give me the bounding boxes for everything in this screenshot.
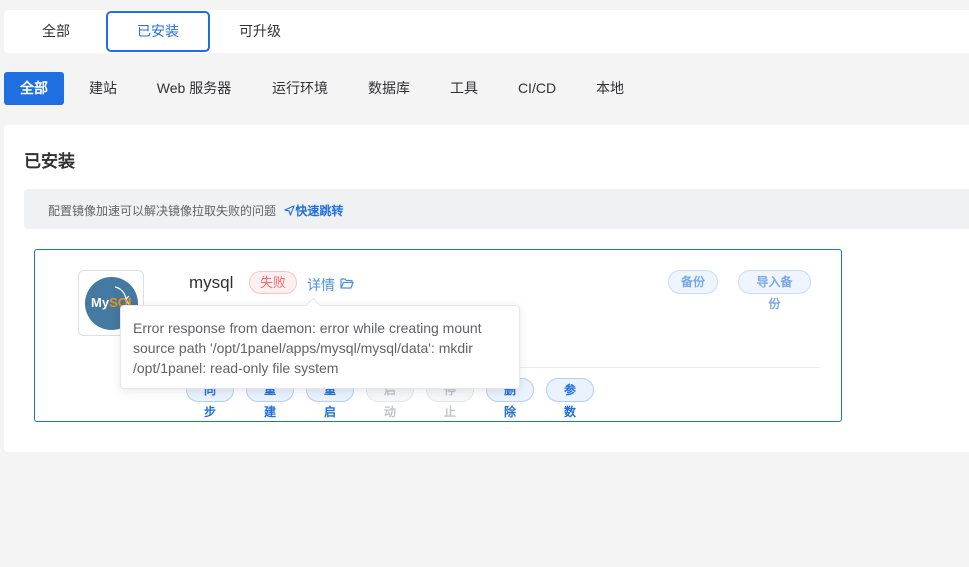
tooltip-line-2: source path '/opt/1panel/apps/mysql/mysq… xyxy=(133,340,473,356)
tooltip-line-3: /opt/1panel: read-only file system xyxy=(133,360,339,376)
import-backup-button[interactable]: 导入备份 xyxy=(738,270,811,311)
category-runtime[interactable]: 运行环境 xyxy=(262,72,338,105)
tab-upgradable[interactable]: 可升级 xyxy=(218,11,302,52)
backup-button[interactable]: 备份 xyxy=(668,270,718,294)
category-tools[interactable]: 工具 xyxy=(440,72,488,105)
folder-open-icon[interactable] xyxy=(340,277,354,289)
category-website[interactable]: 建站 xyxy=(78,72,128,105)
category-all[interactable]: 全部 xyxy=(4,72,64,105)
tooltip-line-1: Error response from daemon: error while … xyxy=(133,320,482,336)
error-tooltip: Error response from daemon: error while … xyxy=(120,297,520,389)
mirror-notice: 配置镜像加速可以解决镜像拉取失败的问题 快速跳转 xyxy=(24,189,969,229)
page-title: 已安装 xyxy=(24,152,75,171)
top-tab-bar: 全部 已安装 可升级 xyxy=(4,10,969,53)
category-local[interactable]: 本地 xyxy=(586,72,634,105)
params-button[interactable]: 参数 xyxy=(546,378,594,419)
status-badge: 失败 xyxy=(249,271,298,294)
detail-link[interactable]: 详情 xyxy=(307,275,335,295)
notice-text: 配置镜像加速可以解决镜像拉取失败的问题 xyxy=(48,204,277,218)
category-filter-bar: 全部 建站 Web 服务器 运行环境 数据库 工具 CI/CD 本地 xyxy=(0,72,969,105)
category-cicd[interactable]: CI/CD xyxy=(508,72,566,105)
app-name: mysql xyxy=(189,273,234,292)
category-web-server[interactable]: Web 服务器 xyxy=(150,72,238,105)
tab-all[interactable]: 全部 xyxy=(14,11,98,52)
category-database[interactable]: 数据库 xyxy=(358,72,420,105)
tab-installed[interactable]: 已安装 xyxy=(106,11,210,52)
send-icon xyxy=(284,205,295,216)
quick-jump-link[interactable]: 快速跳转 xyxy=(295,204,343,218)
